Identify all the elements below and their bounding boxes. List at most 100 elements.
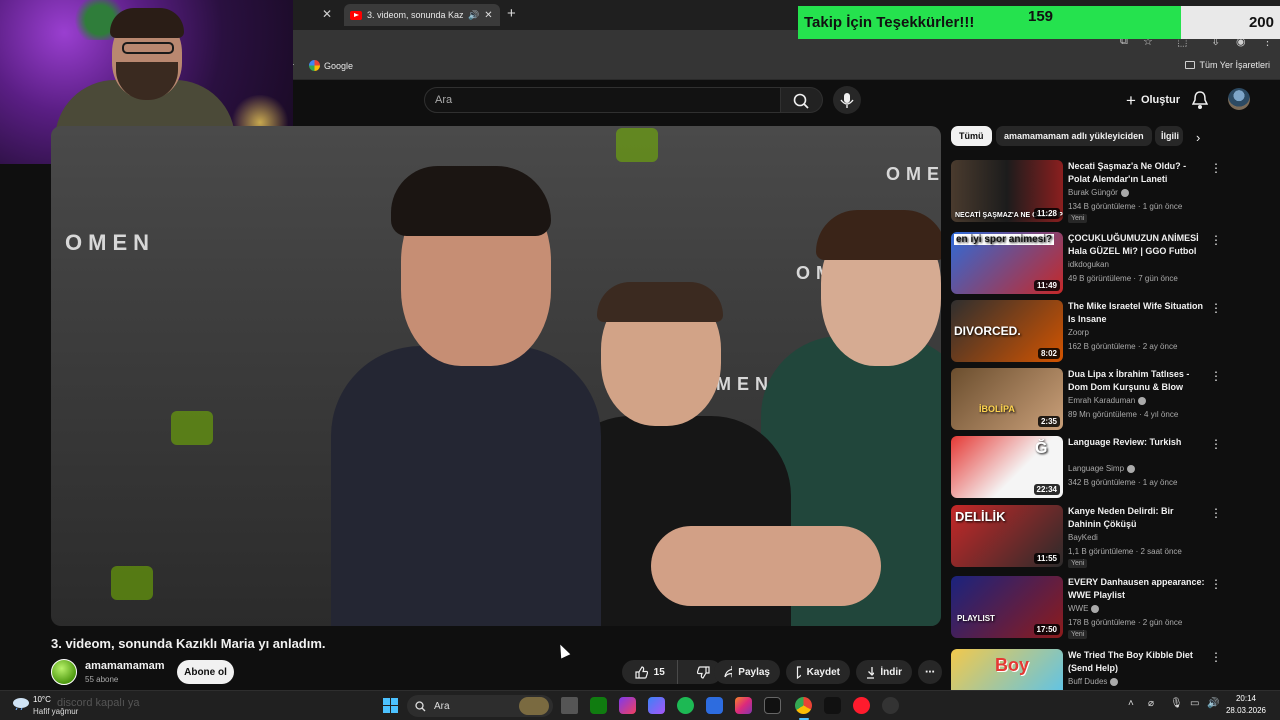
channel-name[interactable]: amamamamam <box>85 660 165 672</box>
more-vertical-icon[interactable]: ⋮ <box>1210 234 1222 246</box>
recommendation-thumbnail[interactable]: PLAYLIST 17:50 <box>951 576 1063 638</box>
more-actions-button[interactable]: ⋯ <box>918 660 942 684</box>
recommendation-title[interactable]: The Mike Israetel Wife Situation Is Insa… <box>1068 300 1205 326</box>
recommendation-title[interactable]: We Tried The Boy Kibble Diet (Send Help) <box>1068 649 1205 675</box>
spotify-icon[interactable] <box>677 697 694 714</box>
recommendation-title[interactable]: ÇOCUKLUĞUMUZUN ANİMESİ Hala GÜZEL Mi? | … <box>1068 232 1205 258</box>
recommendation-channel[interactable]: BayKedi <box>1068 533 1098 542</box>
more-vertical-icon[interactable]: ⋮ <box>1210 438 1222 450</box>
video-person-left <box>331 166 601 626</box>
video-player[interactable]: OMEN OMEN OMEN OMEN <box>51 126 941 626</box>
speaker-icon[interactable]: 🔊 <box>468 10 479 21</box>
channel-avatar[interactable] <box>51 659 77 685</box>
recommendation-channel[interactable]: idkdogukan <box>1068 260 1109 269</box>
network-off-icon[interactable]: ⌀ <box>1148 698 1154 709</box>
clock-time[interactable]: 20:14 <box>1220 694 1256 703</box>
more-vertical-icon[interactable]: ⋮ <box>1210 370 1222 382</box>
recommendation-title[interactable]: Kanye Neden Delirdi: Bir Dahinin Çöküşü <box>1068 505 1205 531</box>
microphone-button[interactable] <box>833 86 861 114</box>
recommendation-channel[interactable]: Zoorp <box>1068 328 1089 337</box>
more-vertical-icon[interactable]: ⋮ <box>1210 651 1222 663</box>
backdrop-nvidia-logo <box>171 411 213 445</box>
download-button[interactable]: İndir <box>856 660 912 684</box>
tab-active[interactable]: 3. videom, sonunda Kazıklı Maria yı anla… <box>344 4 500 26</box>
copilot-icon[interactable] <box>648 697 665 714</box>
search-input[interactable]: Ara <box>424 87 781 113</box>
account-avatar[interactable] <box>1228 88 1250 110</box>
more-vertical-icon[interactable]: ⋮ <box>1210 578 1222 590</box>
speaker-icon[interactable]: 🔊 <box>1207 698 1219 709</box>
verified-check-icon <box>1138 396 1147 405</box>
chip-all[interactable]: Tümü <box>951 126 992 146</box>
chrome-icon[interactable] <box>795 697 812 714</box>
recommendation-title[interactable]: Necati Şaşmaz'a Ne Oldu? - Polat Alemdar… <box>1068 160 1205 186</box>
app-launcher-icon[interactable] <box>619 697 636 714</box>
recommendation-thumbnail[interactable]: Ğ 22:34 <box>951 436 1063 498</box>
recommendation-card[interactable]: İBOLİPA 2:35 Dua Lipa x İbrahim Tatlıses -… <box>951 368 1222 430</box>
thumbnail-text: Boy <box>995 655 1030 675</box>
more-vertical-icon[interactable]: ⋮ <box>1210 507 1222 519</box>
recommendation-thumbnail[interactable]: DIVORCED. 8:02 <box>951 300 1063 362</box>
recommendation-thumbnail[interactable]: en iyi spor animesi? 11:49 <box>951 232 1063 294</box>
recommendation-card[interactable]: DELİLİK 11:55 Kanye Neden Delirdi: Bir Dah… <box>951 505 1222 568</box>
recommendation-title[interactable]: Language Review: Turkish <box>1068 436 1205 449</box>
search-highlight-art <box>519 697 549 715</box>
obs-icon[interactable] <box>882 697 899 714</box>
recommendation-channel[interactable]: Buff Dudes <box>1068 677 1119 686</box>
instagram-icon[interactable] <box>735 697 752 714</box>
capcut-icon[interactable] <box>764 697 781 714</box>
recommendation-title[interactable]: Dua Lipa x İbrahim Tatlıses - Dom Dom Ku… <box>1068 368 1205 394</box>
channel-name: Burak Güngör <box>1068 188 1118 197</box>
search-button[interactable] <box>781 87 823 113</box>
recommendation-thumbnail[interactable]: NECATİ ŞAŞMAZ'A NE OLDU? POLAT ALEMDAR'I… <box>951 160 1063 222</box>
bookmark-all-folder[interactable]: Tüm Yer İşaretleri <box>1185 60 1270 70</box>
new-tab-plus-icon[interactable]: + <box>507 5 516 22</box>
windows-start-icon[interactable] <box>383 698 398 713</box>
recommendation-meta: 89 Mn görüntüleme · 4 yıl önce <box>1068 410 1179 419</box>
mouse-cursor-icon <box>555 642 571 659</box>
bookmark-google[interactable]: Google <box>309 60 353 71</box>
clock-date[interactable]: 28.03.2026 <box>1220 706 1266 715</box>
recommendation-card[interactable]: PLAYLIST 17:50 EVERY Danhausen appearance:… <box>951 576 1222 639</box>
microphone-icon[interactable]: 🎙 <box>1170 698 1183 709</box>
recommendation-card[interactable]: DIVORCED. 8:02 The Mike Israetel Wife Situ… <box>951 300 1222 362</box>
opera-icon[interactable] <box>853 697 870 714</box>
taskbar-search[interactable]: Ara <box>407 695 553 717</box>
save-button[interactable]: Kaydet <box>786 660 850 684</box>
recommendation-title[interactable]: EVERY Danhausen appearance: WWE Playlist <box>1068 576 1205 602</box>
share-button[interactable]: Paylaş <box>714 660 780 684</box>
subscribe-button[interactable]: Abone ol <box>177 660 234 684</box>
task-view-icon[interactable] <box>561 697 578 714</box>
recommendation-channel[interactable]: Burak Güngör <box>1068 188 1129 197</box>
recommendation-channel[interactable]: Language Simp <box>1068 464 1136 473</box>
video-duration: 17:50 <box>1033 624 1060 635</box>
previous-tab-close-icon[interactable]: ✕ <box>322 7 332 21</box>
chevron-up-icon[interactable]: ˄ <box>1128 698 1134 709</box>
cloud-rain-icon[interactable] <box>12 696 30 710</box>
recommendation-card[interactable]: en iyi spor animesi? 11:49 ÇOCUKLUĞUMUZUN … <box>951 232 1222 294</box>
recommendation-card[interactable]: NECATİ ŞAŞMAZ'A NE OLDU? POLAT ALEMDAR'I… <box>951 160 1222 223</box>
create-button[interactable]: + Oluştur <box>1116 86 1190 114</box>
store-icon[interactable] <box>706 697 723 714</box>
xbox-icon[interactable] <box>590 697 607 714</box>
tiktok-icon[interactable] <box>824 697 841 714</box>
more-vertical-icon[interactable]: ⋮ <box>1210 302 1222 314</box>
chip-uploader[interactable]: amamamamam adlı yükleyiciden <box>996 126 1152 146</box>
download-label: İndir <box>880 666 902 678</box>
weather-temperature: 10°C <box>33 695 51 704</box>
close-icon[interactable]: ✕ <box>484 10 492 21</box>
chip-related[interactable]: İlgili <box>1155 126 1183 146</box>
channel-name: BayKedi <box>1068 533 1098 542</box>
bell-icon[interactable] <box>1192 90 1208 110</box>
recommendation-channel[interactable]: Emrah Karaduman <box>1068 396 1147 405</box>
backdrop-nvidia-logo <box>111 566 153 600</box>
more-vertical-icon[interactable]: ⋮ <box>1210 162 1222 174</box>
taskbar-search-label: Ara <box>434 700 450 712</box>
recommendation-card[interactable]: Ğ 22:34 Language Review: Turkish Language S… <box>951 436 1222 498</box>
like-button[interactable]: 15 <box>622 660 679 684</box>
display-icon[interactable]: ▭ <box>1190 698 1199 709</box>
recommendation-channel[interactable]: WWE <box>1068 604 1100 613</box>
chevron-right-icon[interactable]: › <box>1196 130 1200 145</box>
recommendation-thumbnail[interactable]: DELİLİK 11:55 <box>951 505 1063 567</box>
recommendation-thumbnail[interactable]: İBOLİPA 2:35 <box>951 368 1063 430</box>
